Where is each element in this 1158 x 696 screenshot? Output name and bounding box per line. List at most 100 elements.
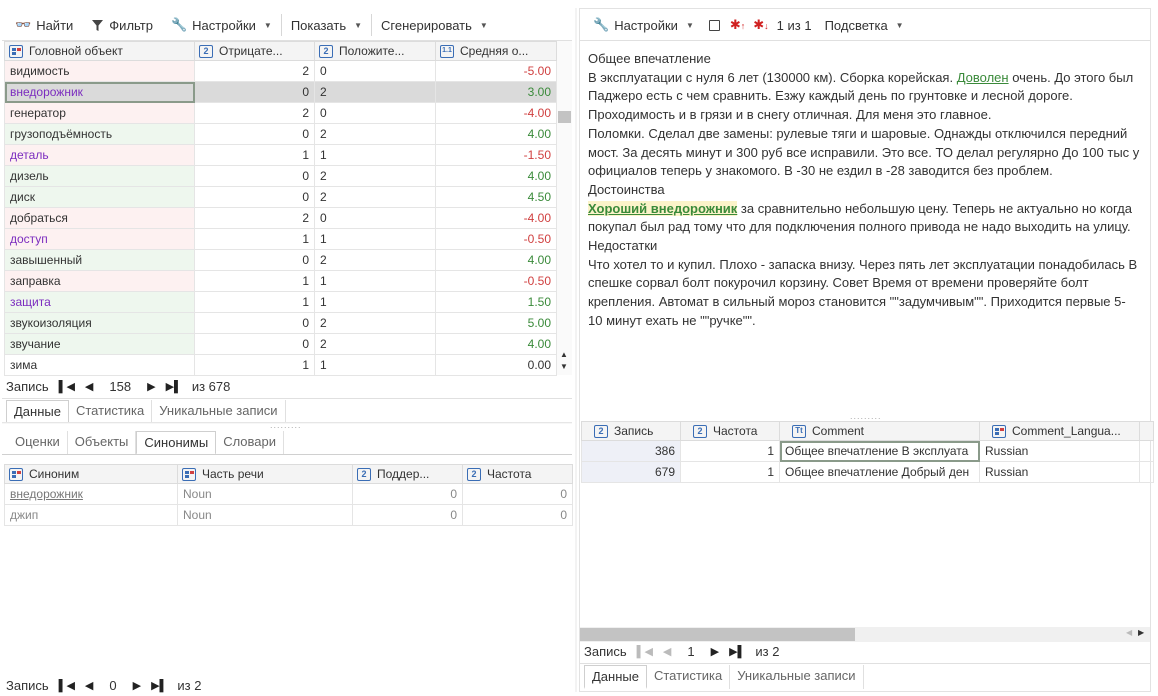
prev-highlight-button[interactable]: ✱↑ — [726, 11, 749, 39]
tab-unique-records[interactable]: Уникальные записи — [730, 665, 864, 689]
negative-cell[interactable]: 0 — [194, 165, 315, 187]
head-object-cell[interactable]: генератор — [4, 102, 195, 124]
positive-cell[interactable]: 2 — [314, 312, 436, 334]
part-of-speech-cell[interactable]: Noun — [177, 483, 353, 505]
table-row[interactable]: джип Noun 0 0 — [4, 504, 573, 526]
average-cell[interactable]: 5.00 — [435, 312, 557, 334]
positive-cell[interactable]: 2 — [314, 81, 436, 103]
table-row[interactable]: видимость 2 0 -5.00 — [4, 60, 557, 82]
support-cell[interactable]: 0 — [352, 504, 463, 526]
average-cell[interactable]: 1.50 — [435, 291, 557, 313]
average-cell[interactable]: 4.00 — [435, 123, 557, 145]
scroll-right-icon[interactable]: ▶ — [1138, 628, 1144, 637]
pager-current[interactable]: 0 — [103, 678, 122, 693]
generate-dropdown[interactable]: Сгенерировать ▼ — [372, 11, 497, 39]
scroll-left-icon[interactable]: ◀ — [1126, 628, 1132, 637]
frequency-cell[interactable]: 0 — [462, 483, 573, 505]
frequency-cell[interactable]: 1 — [680, 440, 780, 462]
average-cell[interactable]: 4.00 — [435, 249, 557, 271]
column-header-support[interactable]: 2 Поддер... — [352, 464, 463, 484]
splitter-handle-icon[interactable]: ......... — [850, 411, 882, 421]
scroll-down-icon[interactable]: ▼ — [560, 362, 568, 371]
average-cell[interactable]: -0.50 — [435, 228, 557, 250]
head-object-cell[interactable]: добраться — [4, 207, 195, 229]
positive-cell[interactable]: 1 — [314, 270, 436, 292]
scrollbar-thumb[interactable] — [580, 628, 855, 641]
tab-objects[interactable]: Объекты — [68, 431, 137, 455]
checkbox-toggle[interactable] — [703, 11, 726, 39]
record-cell[interactable]: 679 — [581, 461, 681, 483]
table-row[interactable]: внедорожник Noun 0 0 — [4, 483, 573, 505]
first-page-icon[interactable]: ▌◀ — [637, 645, 653, 658]
column-header-frequency[interactable]: 2 Частота — [680, 421, 780, 441]
column-header-comment[interactable]: Tt Comment — [779, 421, 980, 441]
positive-cell[interactable]: 0 — [314, 60, 436, 82]
highlighted-term[interactable]: Хороший внедорожник — [588, 200, 738, 216]
table-row[interactable]: дизель 0 2 4.00 — [4, 165, 557, 187]
negative-cell[interactable]: 0 — [194, 186, 315, 208]
head-object-cell[interactable]: заправка — [4, 270, 195, 292]
negative-cell[interactable]: 0 — [194, 333, 315, 355]
settings-dropdown[interactable]: 🔧 Настройки ▼ — [162, 11, 281, 39]
last-page-icon[interactable]: ▶▌ — [151, 679, 167, 692]
tab-statistics[interactable]: Статистика — [647, 665, 731, 689]
head-object-cell[interactable]: звучание — [4, 333, 195, 355]
table-row[interactable]: внедорожник 0 2 3.00 — [4, 81, 557, 103]
average-cell[interactable]: 4.00 — [435, 165, 557, 187]
negative-cell[interactable]: 2 — [194, 207, 315, 229]
average-cell[interactable]: 4.50 — [435, 186, 557, 208]
table-row[interactable]: диск 0 2 4.50 — [4, 186, 557, 208]
table-row[interactable]: деталь 1 1 -1.50 — [4, 144, 557, 166]
column-header-comment-language[interactable]: Comment_Langua... — [979, 421, 1140, 441]
positive-cell[interactable]: 2 — [314, 249, 436, 271]
frequency-cell[interactable]: 0 — [462, 504, 573, 526]
column-header-record[interactable]: 2 Запись — [581, 421, 681, 441]
negative-cell[interactable]: 2 — [194, 60, 315, 82]
positive-cell[interactable]: 1 — [314, 291, 436, 313]
frequency-cell[interactable]: 1 — [680, 461, 780, 483]
vertical-splitter[interactable] — [575, 8, 577, 692]
settings-dropdown[interactable]: 🔧 Настройки ▼ — [584, 11, 703, 39]
first-page-icon[interactable]: ▌◀ — [59, 380, 75, 393]
synonym-cell[interactable]: джип — [4, 504, 178, 526]
head-object-cell[interactable]: диск — [4, 186, 195, 208]
head-object-cell[interactable]: зима — [4, 354, 195, 376]
find-button[interactable]: 👓 Найти — [6, 11, 82, 39]
table-row[interactable]: генератор 2 0 -4.00 — [4, 102, 557, 124]
filter-button[interactable]: Фильтр — [82, 11, 162, 39]
negative-cell[interactable]: 1 — [194, 228, 315, 250]
positive-cell[interactable]: 0 — [314, 102, 436, 124]
head-object-cell[interactable]: внедорожник — [4, 81, 195, 103]
highlight-dropdown[interactable]: Подсветка ▼ — [816, 11, 913, 39]
table-row[interactable]: звукоизоляция 0 2 5.00 — [4, 312, 557, 334]
tab-data[interactable]: Данные — [584, 665, 647, 689]
table-row[interactable]: звучание 0 2 4.00 — [4, 333, 557, 355]
language-cell[interactable]: Russian — [979, 461, 1140, 483]
next-page-icon[interactable]: ▶ — [133, 679, 141, 692]
head-object-cell[interactable]: завышенный — [4, 249, 195, 271]
head-object-cell[interactable]: деталь — [4, 144, 195, 166]
tab-ratings[interactable]: Оценки — [8, 431, 68, 455]
average-cell[interactable]: -4.00 — [435, 207, 557, 229]
first-page-icon[interactable]: ▌◀ — [59, 679, 75, 692]
positive-cell[interactable]: 2 — [314, 186, 436, 208]
part-of-speech-cell[interactable]: Noun — [177, 504, 353, 526]
head-object-cell[interactable]: звукоизоляция — [4, 312, 195, 334]
positive-cell[interactable]: 1 — [314, 144, 436, 166]
next-highlight-button[interactable]: ✱↓ — [749, 11, 772, 39]
left-grid-scrollbar[interactable]: ▲ ▼ — [557, 41, 572, 375]
negative-cell[interactable]: 1 — [194, 144, 315, 166]
next-page-icon[interactable]: ▶ — [711, 645, 719, 658]
average-cell[interactable]: -4.00 — [435, 102, 557, 124]
column-header-average[interactable]: 1.1 Средняя о... — [435, 41, 557, 61]
positive-cell[interactable]: 0 — [314, 207, 436, 229]
table-row[interactable]: добраться 2 0 -4.00 — [4, 207, 557, 229]
comment-cell[interactable]: Общее впечатление Добрый ден — [779, 461, 980, 483]
average-cell[interactable]: 0.00 — [435, 354, 557, 376]
splitter-handle-icon[interactable]: ......... — [270, 420, 302, 430]
positive-cell[interactable]: 2 — [314, 333, 436, 355]
record-cell[interactable]: 386 — [581, 440, 681, 462]
highlighted-term[interactable]: Доволен — [957, 70, 1009, 85]
negative-cell[interactable]: 0 — [194, 81, 315, 103]
table-row[interactable]: зима 1 1 0.00 — [4, 354, 557, 376]
